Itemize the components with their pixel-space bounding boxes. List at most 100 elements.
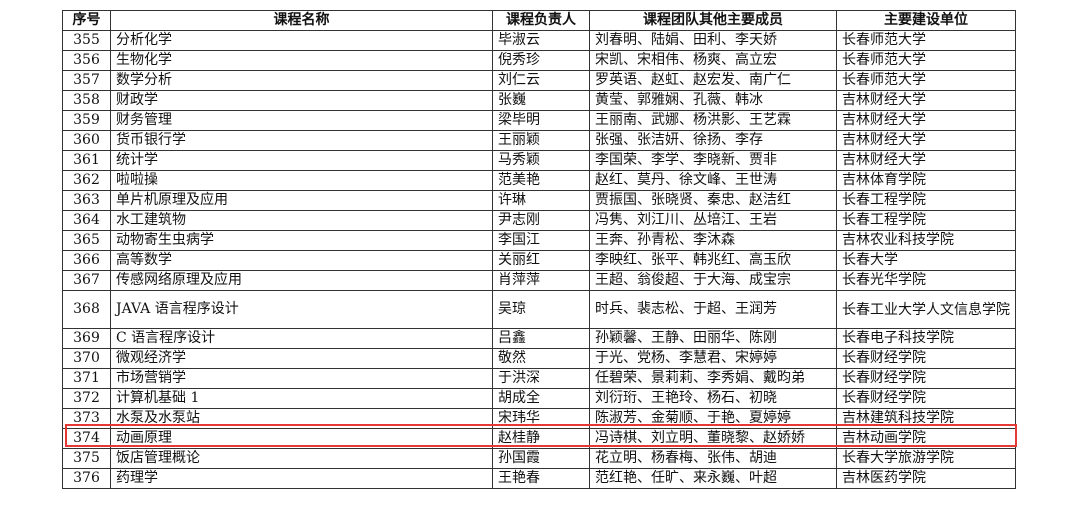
cell-course: 高等数学 xyxy=(110,250,493,271)
cell-no: 362 xyxy=(62,170,111,191)
cell-team: 冯诗棋、刘立明、董晓黎、赵娇娇 xyxy=(589,428,837,449)
table-body: 355 分析化学 毕淑云 刘春明、陆娟、田利、李天娇 长春师范大学 356 生物化学 倪秀珍宋… xyxy=(62,30,1016,489)
cell-team: 任碧荣、景莉莉、李秀娟、戴昀弟 xyxy=(589,368,837,389)
cell-course: 统计学 xyxy=(110,150,493,171)
cell-course: 计算机基础 1 xyxy=(110,388,493,409)
cell-course: 数学分析 xyxy=(110,70,493,91)
header-row: 序号 课程名称 课程负责人 课程团队其他主要成员 主要建设单位 xyxy=(62,10,1016,31)
cell-team: 花立明、杨春梅、张伟、胡迪 xyxy=(589,448,837,469)
cell-course: C 语言程序设计 xyxy=(110,328,493,349)
cell-course: JAVA 语言程序设计 xyxy=(110,290,493,329)
cell-unit: 长春师范大学 xyxy=(836,30,1016,51)
cell-team: 李国荣、李学、李晓新、贾非 xyxy=(589,150,837,171)
cell-no: 358 xyxy=(62,90,111,111)
header-no: 序号 xyxy=(62,10,111,31)
header-course: 课程名称 xyxy=(110,10,493,31)
table-row: 368 JAVA 语言程序设计 吴琼 时兵、裴志松、于超、王润芳 长春工业大学人文信息学… xyxy=(62,290,1016,329)
cell-team: 冯隽、刘江川、丛培江、王岩 xyxy=(589,210,837,231)
table-row: 365 动物寄生虫病学 李国江 王奔、孙青松、李沐森 吉林农业科技学院 xyxy=(62,230,1016,251)
cell-team: 宋凯、宋相伟、杨爽、高立宏 xyxy=(589,50,837,71)
cell-lead: 于洪深 xyxy=(492,368,590,389)
cell-course: 货币银行学 xyxy=(110,130,493,151)
table-row: 374 动画原理 赵桂静 冯诗棋、刘立明、董晓黎、赵娇娇 吉林动画学院 xyxy=(62,428,1016,449)
cell-unit: 吉林财经大学 xyxy=(836,130,1016,151)
cell-unit: 长春财经学院 xyxy=(836,388,1016,409)
cell-no: 374 xyxy=(62,428,111,449)
cell-course: 单片机原理及应用 xyxy=(110,190,493,211)
cell-unit: 长春大学 xyxy=(836,250,1016,271)
cell-unit: 长春大学旅游学院 xyxy=(836,448,1016,469)
cell-team: 时兵、裴志松、于超、王润芳 xyxy=(589,290,837,329)
cell-unit: 吉林医药学院 xyxy=(836,468,1016,489)
table-row: 361 统计学 马秀颖 李国荣、李学、李晓新、贾非 吉林财经大学 xyxy=(62,150,1016,171)
cell-course: 生物化学 xyxy=(110,50,493,71)
cell-no: 372 xyxy=(62,388,111,409)
course-table: 序号 课程名称 课程负责人 课程团队其他主要成员 主要建设单位 355 分析化学毕… xyxy=(62,10,1016,489)
cell-lead: 关丽红 xyxy=(492,250,590,271)
table-row: 366 高等数学 关丽红 李映红、张平、韩兆红、高玉欣 长春大学 xyxy=(62,250,1016,271)
cell-no: 370 xyxy=(62,348,111,369)
cell-unit: 长春电子科技学院 xyxy=(836,328,1016,349)
cell-course: 水工建筑物 xyxy=(110,210,493,231)
cell-lead: 李国江 xyxy=(492,230,590,251)
table-row: 359 财务管理 梁毕明 王丽南、武娜、杨洪影、王艺霖 吉林财经大学 xyxy=(62,110,1016,131)
course-list-sheet: 序号 课程名称 课程负责人 课程团队其他主要成员 主要建设单位 355 分析化学毕… xyxy=(62,10,1017,489)
cell-no: 365 xyxy=(62,230,111,251)
cell-team: 李映红、张平、韩兆红、高玉欣 xyxy=(589,250,837,271)
cell-team: 罗英语、赵虹、赵宏发、南广仁 xyxy=(589,70,837,91)
cell-unit: 吉林动画学院 xyxy=(836,428,1016,449)
cell-unit: 长春财经学院 xyxy=(836,368,1016,389)
cell-course: 市场营销学 xyxy=(110,368,493,389)
table-row: 360 货币银行学 王丽颖 张强、张洁妍、徐扬、李存 吉林财经大学 xyxy=(62,130,1016,151)
table-row: 371 市场营销学 于洪深 任碧荣、景莉莉、李秀娟、戴昀弟 长春财经学院 xyxy=(62,368,1016,389)
cell-course: 动物寄生虫病学 xyxy=(110,230,493,251)
cell-no: 366 xyxy=(62,250,111,271)
cell-lead: 赵桂静 xyxy=(492,428,590,449)
cell-lead: 范美艳 xyxy=(492,170,590,191)
cell-course: 水泵及水泵站 xyxy=(110,408,493,429)
cell-no: 361 xyxy=(62,150,111,171)
cell-course: 动画原理 xyxy=(110,428,493,449)
table-row: 372 计算机基础 1 胡成全 刘衍珩、王艳玲、杨石、初晓 长春财经学院 xyxy=(62,388,1016,409)
cell-no: 355 xyxy=(62,30,111,51)
cell-unit: 长春财经学院 xyxy=(836,348,1016,369)
cell-team: 于光、党杨、李慧君、宋婷婷 xyxy=(589,348,837,369)
table-row: 363 单片机原理及应用 许琳 贾振国、张晓贤、秦忠、赵洁红 长春工程学院 xyxy=(62,190,1016,211)
cell-team: 范红艳、任旷、来永巍、叶超 xyxy=(589,468,837,489)
cell-no: 371 xyxy=(62,368,111,389)
cell-unit: 吉林体育学院 xyxy=(836,170,1016,191)
cell-course: 微观经济学 xyxy=(110,348,493,369)
table-row: 375 饭店管理概论 孙国霞 花立明、杨春梅、张伟、胡迪 长春大学旅游学院 xyxy=(62,448,1016,469)
cell-unit: 长春工程学院 xyxy=(836,190,1016,211)
cell-lead: 宋玮华 xyxy=(492,408,590,429)
cell-unit: 长春工业大学人文信息学院 xyxy=(836,290,1016,329)
cell-team: 贾振国、张晓贤、秦忠、赵洁红 xyxy=(589,190,837,211)
cell-unit: 吉林财经大学 xyxy=(836,110,1016,131)
cell-lead: 刘仁云 xyxy=(492,70,590,91)
cell-team: 黄莹、郭雅娴、孔薇、韩冰 xyxy=(589,90,837,111)
cell-lead: 吴琼 xyxy=(492,290,590,329)
cell-lead: 许琳 xyxy=(492,190,590,211)
cell-lead: 吕鑫 xyxy=(492,328,590,349)
cell-lead: 王艳春 xyxy=(492,468,590,489)
cell-no: 368 xyxy=(62,290,111,329)
cell-no: 373 xyxy=(62,408,111,429)
cell-no: 364 xyxy=(62,210,111,231)
table-row: 364 水工建筑物 尹志刚 冯隽、刘江川、丛培江、王岩 长春工程学院 xyxy=(62,210,1016,231)
cell-unit: 长春光华学院 xyxy=(836,270,1016,291)
cell-unit: 吉林农业科技学院 xyxy=(836,230,1016,251)
cell-team: 张强、张洁妍、徐扬、李存 xyxy=(589,130,837,151)
cell-course: 啦啦操 xyxy=(110,170,493,191)
table-row: 355 分析化学 毕淑云 刘春明、陆娟、田利、李天娇 长春师范大学 xyxy=(62,30,1016,51)
cell-team: 刘衍珩、王艳玲、杨石、初晓 xyxy=(589,388,837,409)
cell-team: 王超、翁俊超、于大海、成宝宗 xyxy=(589,270,837,291)
cell-no: 359 xyxy=(62,110,111,131)
cell-team: 孙颖馨、王静、田丽华、陈刚 xyxy=(589,328,837,349)
cell-no: 356 xyxy=(62,50,111,71)
cell-no: 363 xyxy=(62,190,111,211)
cell-course: 财政学 xyxy=(110,90,493,111)
cell-course: 财务管理 xyxy=(110,110,493,131)
cell-unit: 吉林财经大学 xyxy=(836,150,1016,171)
header-team: 课程团队其他主要成员 xyxy=(589,10,837,31)
cell-lead: 敬然 xyxy=(492,348,590,369)
